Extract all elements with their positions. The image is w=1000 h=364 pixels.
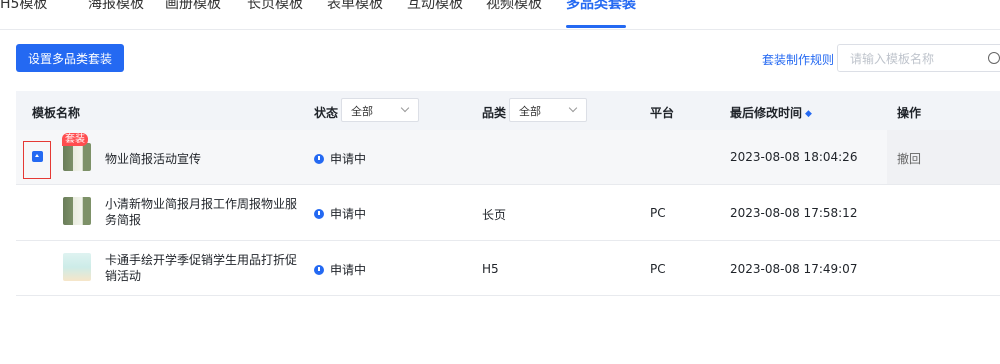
col-header-modified-label: 最后修改时间 (730, 106, 803, 120)
tab-video[interactable]: 视频模板 (486, 0, 542, 13)
info-icon (314, 265, 324, 275)
template-thumbnail (63, 143, 91, 171)
template-thumbnail (63, 197, 91, 225)
category-filter-select[interactable]: 全部 (509, 98, 587, 122)
tab-album[interactable]: 画册模板 (165, 0, 221, 13)
table-row: 小清新物业简报月报工作周报物业服务简报 申请中 长页 PC 2023-08-08… (16, 185, 1000, 241)
col-header-platform: 平台 (650, 106, 675, 120)
search-icon[interactable] (988, 52, 1000, 64)
chevron-down-icon (400, 103, 410, 113)
template-name: 小清新物业简报月报工作周报物业服务简报 (105, 197, 298, 227)
status-text: 申请中 (330, 207, 367, 221)
set-badge: 套装 (62, 133, 88, 146)
search-input[interactable] (848, 51, 992, 67)
template-name: 物业简报活动宣传 (105, 152, 202, 166)
status-text: 申请中 (330, 263, 367, 277)
platform-cell: PC (650, 262, 666, 276)
modified-time: 2023-08-08 17:49:07 (730, 262, 858, 276)
platform-cell: PC (650, 206, 666, 220)
collapse-toggle-icon[interactable] (32, 151, 43, 162)
table-row: 卡通手绘开学季促销学生用品打折促销活动 申请中 H5 PC 2023-08-08… (16, 241, 1000, 296)
table-header: 模板名称 状态 全部 品类 全部 平台 最后修改时间 ◆ 操作 (16, 91, 1000, 130)
chevron-down-icon (568, 103, 578, 113)
template-thumbnail (63, 253, 91, 281)
status-text: 申请中 (330, 152, 367, 166)
tab-h5[interactable]: H5模板 (0, 0, 47, 13)
template-tabs: H5模板 海报模板 画册模板 长页模板 表单模板 互动模板 视频模板 多品类套装 (0, 0, 1000, 30)
col-header-status: 状态 (314, 106, 339, 120)
status-filter-select[interactable]: 全部 (341, 98, 419, 122)
template-name: 卡通手绘开学季促销学生用品打折促销活动 (105, 253, 298, 283)
search-box (837, 44, 1000, 72)
status-cell: 申请中 (314, 205, 366, 222)
col-header-name: 模板名称 (32, 106, 81, 120)
col-header-modified[interactable]: 最后修改时间 ◆ (730, 104, 812, 121)
category-filter-value: 全部 (519, 105, 541, 118)
modified-time: 2023-08-08 17:58:12 (730, 206, 858, 220)
status-cell: 申请中 (314, 261, 366, 278)
tab-poster[interactable]: 海报模板 (88, 0, 144, 13)
status-filter-value: 全部 (351, 105, 373, 118)
col-header-actions: 操作 (897, 106, 922, 120)
active-tab-indicator (566, 25, 626, 28)
category-cell: 长页 (482, 208, 507, 222)
table-row: 套装 物业简报活动宣传 申请中 2023-08-08 18:04:26 撤回 (16, 130, 1000, 185)
set-rules-link[interactable]: 套装制作规则 (762, 51, 834, 68)
tab-long-page[interactable]: 长页模板 (247, 0, 303, 13)
info-icon (314, 209, 324, 219)
col-header-category: 品类 (482, 106, 507, 120)
tab-interactive[interactable]: 互动模板 (407, 0, 463, 13)
info-icon (314, 154, 324, 164)
status-cell: 申请中 (314, 150, 366, 167)
withdraw-button[interactable]: 撤回 (897, 150, 921, 167)
create-set-button[interactable]: 设置多品类套装 (16, 44, 124, 72)
sort-caret-icon[interactable]: ◆ (805, 109, 812, 119)
category-cell: H5 (482, 262, 499, 276)
tab-form[interactable]: 表单模板 (327, 0, 383, 13)
modified-time: 2023-08-08 18:04:26 (730, 150, 858, 164)
tab-multi-category-set[interactable]: 多品类套装 (566, 0, 636, 13)
